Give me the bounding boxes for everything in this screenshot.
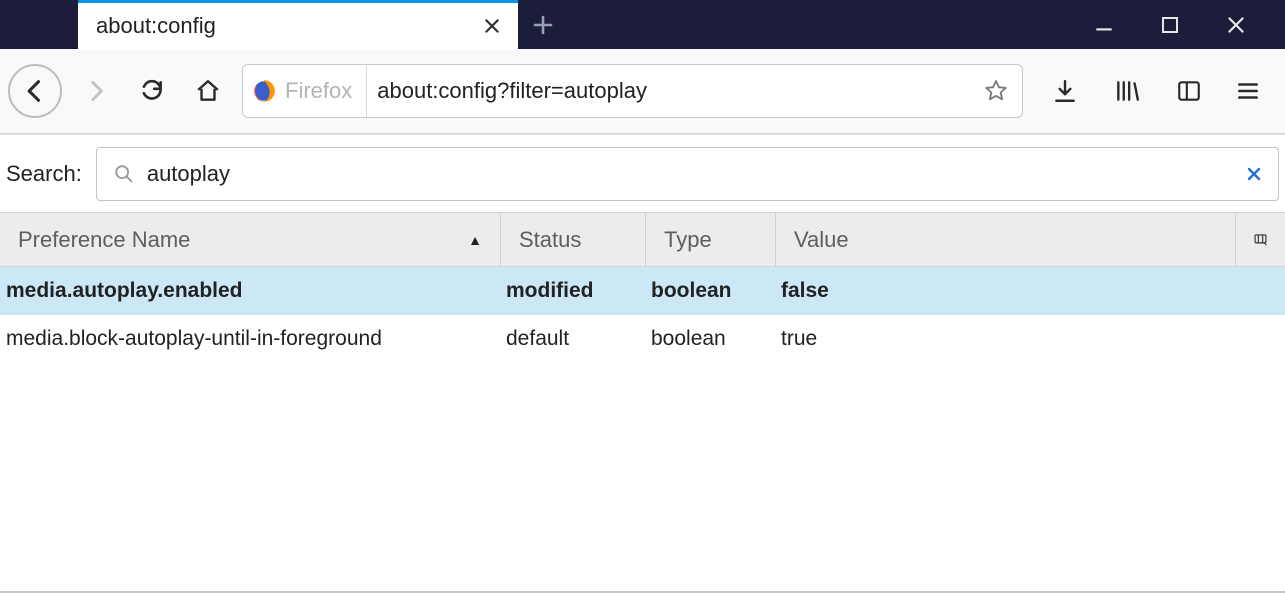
- tab-strip-leading-space: [0, 0, 78, 49]
- reload-button[interactable]: [130, 69, 174, 113]
- toolbar-right-group: [1043, 69, 1267, 113]
- pref-cell-type: boolean: [645, 279, 775, 303]
- pref-cell-value: true: [775, 327, 1285, 351]
- pref-search-box[interactable]: [96, 147, 1279, 201]
- library-button[interactable]: [1105, 69, 1149, 113]
- search-icon: [113, 163, 135, 185]
- column-header-value-label: Value: [794, 227, 849, 253]
- identity-box[interactable]: Firefox: [251, 65, 367, 117]
- pref-cell-status: default: [500, 327, 645, 351]
- close-window-button[interactable]: [1221, 10, 1251, 40]
- pref-cell-name: media.autoplay.enabled: [0, 279, 500, 303]
- clear-search-icon[interactable]: [1246, 166, 1262, 182]
- pref-cell-name: media.block-autoplay-until-in-foreground: [0, 327, 500, 351]
- maximize-window-button[interactable]: [1155, 10, 1185, 40]
- app-menu-button[interactable]: [1229, 69, 1267, 113]
- browser-tab[interactable]: about:config: [78, 0, 518, 49]
- column-header-value[interactable]: Value: [775, 213, 1235, 266]
- url-bar[interactable]: Firefox: [242, 64, 1023, 118]
- home-button[interactable]: [186, 69, 230, 113]
- minimize-window-button[interactable]: [1089, 10, 1119, 40]
- window-controls: [1075, 0, 1285, 49]
- column-header-name[interactable]: Preference Name ▲: [0, 213, 500, 266]
- pref-table-header: Preference Name ▲ Status Type Value: [0, 213, 1285, 267]
- new-tab-button[interactable]: [518, 0, 568, 49]
- bookmark-star-icon[interactable]: [984, 79, 1008, 103]
- pref-search-label: Search:: [6, 161, 82, 187]
- firefox-logo-icon: [251, 78, 277, 104]
- pref-search-row: Search:: [0, 135, 1285, 213]
- pref-cell-value: false: [775, 279, 1285, 303]
- column-header-name-label: Preference Name: [18, 227, 190, 253]
- url-input[interactable]: [377, 78, 974, 104]
- titlebar: about:config: [0, 0, 1285, 49]
- column-header-type[interactable]: Type: [645, 213, 775, 266]
- pref-table: Preference Name ▲ Status Type Value medi…: [0, 213, 1285, 593]
- back-button[interactable]: [8, 64, 62, 118]
- pref-search-input[interactable]: [147, 161, 1234, 187]
- browser-tab-title: about:config: [96, 13, 466, 39]
- column-header-type-label: Type: [664, 227, 712, 253]
- pref-row[interactable]: media.block-autoplay-until-in-foreground…: [0, 315, 1285, 363]
- column-picker-button[interactable]: [1235, 213, 1285, 266]
- sidebar-button[interactable]: [1167, 69, 1211, 113]
- forward-button[interactable]: [74, 69, 118, 113]
- pref-cell-type: boolean: [645, 327, 775, 351]
- navigation-toolbar: Firefox: [0, 49, 1285, 135]
- downloads-button[interactable]: [1043, 69, 1087, 113]
- pref-cell-status: modified: [500, 279, 645, 303]
- column-header-status[interactable]: Status: [500, 213, 645, 266]
- pref-row[interactable]: media.autoplay.enabledmodifiedbooleanfal…: [0, 267, 1285, 315]
- identity-label: Firefox: [285, 78, 352, 104]
- about-config-page: Search: Preference Name ▲ Status Type: [0, 135, 1285, 593]
- titlebar-spacer: [568, 0, 1075, 49]
- pref-table-body: media.autoplay.enabledmodifiedbooleanfal…: [0, 267, 1285, 591]
- sort-asc-icon: ▲: [468, 232, 482, 248]
- column-header-status-label: Status: [519, 227, 581, 253]
- close-tab-icon[interactable]: [480, 14, 504, 38]
